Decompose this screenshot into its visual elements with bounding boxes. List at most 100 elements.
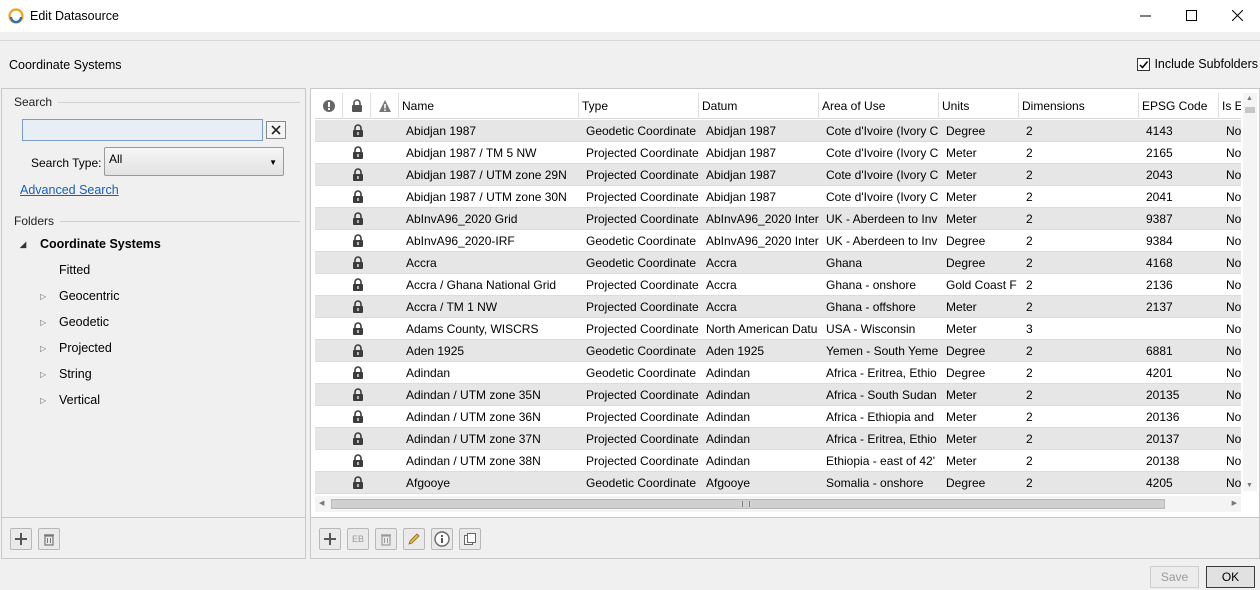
tree-item-fitted[interactable]: Fitted — [59, 263, 90, 277]
cell-type: Geodetic Coordinate — [586, 124, 697, 138]
add-icon — [324, 533, 336, 545]
grid-toolbar: EB — [310, 518, 1260, 559]
add-folder-button[interactable] — [10, 528, 32, 550]
collapsed-arrow-icon[interactable]: ▷ — [40, 396, 50, 405]
header-units[interactable]: Units — [939, 93, 1019, 119]
header-name[interactable]: Name — [399, 93, 579, 119]
table-row[interactable]: Abidjan 1987 / UTM zone 29N Projected Coo… — [315, 164, 1241, 186]
copy-button[interactable] — [459, 528, 481, 550]
tree-item-vertical[interactable]: ▷ Vertical — [40, 393, 100, 407]
horizontal-scroll-thumb[interactable] — [331, 499, 1165, 509]
delete-folder-button[interactable] — [38, 528, 60, 550]
cell-area-of-use: Africa - Eritrea, Ethio — [826, 366, 937, 380]
delete-item-button[interactable] — [375, 528, 397, 550]
eb-icon: EB — [351, 534, 364, 544]
cell-area-of-use: Cote d'Ivoire (Ivory C — [826, 124, 939, 138]
cell-datum: Adindan — [706, 388, 751, 402]
table-row[interactable]: Adindan / UTM zone 36N Projected Coordina… — [315, 406, 1241, 428]
cell-dimensions: 2 — [1026, 168, 1033, 182]
collapsed-arrow-icon[interactable]: ▷ — [40, 292, 50, 301]
header-status-col[interactable] — [315, 93, 343, 119]
maximize-button[interactable] — [1168, 0, 1214, 30]
eb-button[interactable]: EB — [347, 528, 369, 550]
horizontal-scrollbar[interactable]: ◀ ▶ — [315, 496, 1241, 512]
table-row[interactable]: Adindan / UTM zone 37N Projected Coordina… — [315, 428, 1241, 450]
clear-search-button[interactable] — [266, 121, 286, 139]
header-epsg-code[interactable]: EPSG Code — [1139, 93, 1219, 119]
info-alert-icon — [323, 100, 335, 112]
save-button[interactable]: Save — [1150, 566, 1199, 588]
tree-item-coordinate-systems[interactable]: ◢ Coordinate Systems — [20, 237, 161, 251]
cell-is-e: No — [1226, 344, 1241, 358]
cell-units: Meter — [946, 454, 977, 468]
lock-icon — [352, 99, 362, 112]
cell-name: Abidjan 1987 / TM 5 NW — [406, 146, 537, 160]
cell-datum: Adindan — [706, 366, 751, 380]
cell-name: Adindan / UTM zone 37N — [406, 432, 541, 446]
cell-dimensions: 2 — [1026, 278, 1033, 292]
window-title: Edit Datasource — [30, 9, 119, 23]
minimize-button[interactable] — [1122, 0, 1168, 30]
divider — [60, 221, 300, 222]
add-item-button[interactable] — [319, 528, 341, 550]
lock-icon — [353, 410, 363, 423]
header-area-of-use[interactable]: Area of Use — [819, 93, 939, 119]
tree-item-projected[interactable]: ▷ Projected — [40, 341, 112, 355]
tree-item-label: Fitted — [59, 263, 91, 277]
tree-item-string[interactable]: ▷ String — [40, 367, 92, 381]
search-input[interactable] — [22, 119, 263, 141]
scroll-left-icon[interactable]: ◀ — [319, 499, 324, 507]
cell-datum: Afgooye — [706, 476, 751, 490]
header-is-e[interactable]: Is E — [1219, 93, 1241, 119]
table-row[interactable]: Abidjan 1987 / UTM zone 30N Projected Coo… — [315, 186, 1241, 208]
table-row[interactable]: Adindan / UTM zone 38N Projected Coordina… — [315, 450, 1241, 472]
cell-units: Meter — [946, 168, 977, 182]
cell-epsg-code: 20135 — [1146, 388, 1180, 402]
edit-item-button[interactable] — [403, 528, 425, 550]
cell-units: Meter — [946, 322, 977, 336]
header-type[interactable]: Type — [579, 93, 699, 119]
checkbox-checked[interactable] — [1137, 57, 1151, 71]
vertical-scrollbar[interactable]: ▲ ▼ — [1243, 93, 1257, 491]
search-type-select[interactable]: All ▼ — [104, 147, 284, 176]
header-warning-col[interactable] — [371, 93, 399, 119]
header-lock-col[interactable] — [343, 93, 371, 119]
tree-item-geodetic[interactable]: ▷ Geodetic — [40, 315, 109, 329]
scroll-right-icon[interactable]: ▶ — [1232, 499, 1237, 507]
tree-item-geocentric[interactable]: ▷ Geocentric — [40, 289, 119, 303]
lock-icon — [353, 124, 363, 137]
collapsed-arrow-icon[interactable]: ▷ — [40, 318, 50, 327]
ok-button[interactable]: OK — [1206, 566, 1255, 588]
expanded-arrow-icon[interactable]: ◢ — [20, 240, 30, 249]
table-row[interactable]: AbInvA96_2020-IRF Geodetic Coordinate AbIn… — [315, 230, 1241, 252]
close-button[interactable] — [1214, 0, 1260, 30]
advanced-search-link[interactable]: Advanced Search — [20, 183, 119, 197]
table-row[interactable]: Accra Geodetic Coordinate Accra Ghana Degree… — [315, 252, 1241, 274]
table-row[interactable]: Accra / Ghana National Grid Projected Coo… — [315, 274, 1241, 296]
search-type-value: All — [109, 152, 123, 166]
lock-icon — [353, 212, 363, 225]
collapsed-arrow-icon[interactable]: ▷ — [40, 370, 50, 379]
header-datum[interactable]: Datum — [699, 93, 819, 119]
table-row[interactable]: AbInvA96_2020 Grid Projected Coordinate Ab… — [315, 208, 1241, 230]
scroll-up-icon[interactable]: ▲ — [1246, 95, 1253, 102]
table-row[interactable]: Adindan Geodetic Coordinate Adindan Africa … — [315, 362, 1241, 384]
cell-units: Degree — [946, 234, 986, 248]
scroll-down-icon[interactable]: ▼ — [1246, 482, 1253, 489]
collapsed-arrow-icon[interactable]: ▷ — [40, 344, 50, 353]
table-row[interactable]: Afgooye Geodetic Coordinate Afgooye Somalia… — [315, 472, 1241, 494]
vertical-scroll-thumb[interactable] — [1245, 107, 1255, 113]
table-row[interactable]: Adindan / UTM zone 35N Projected Coordina… — [315, 384, 1241, 406]
cell-name: Abidjan 1987 / UTM zone 29N — [406, 168, 567, 182]
include-subfolders-checkbox[interactable]: Include Subfolders — [1137, 57, 1258, 71]
info-button[interactable] — [431, 528, 453, 550]
tree-item-label: Projected — [59, 341, 112, 355]
table-row[interactable]: Abidjan 1987 Geodetic Coordinate Abidjan 1… — [315, 120, 1241, 142]
close-icon — [1231, 9, 1243, 21]
table-row[interactable]: Accra / TM 1 NW Projected Coordinate Accra… — [315, 296, 1241, 318]
table-row[interactable]: Abidjan 1987 / TM 5 NW Projected Coordina… — [315, 142, 1241, 164]
table-row[interactable]: Aden 1925 Geodetic Coordinate Aden 1925 Yem… — [315, 340, 1241, 362]
header-dimensions[interactable]: Dimensions — [1019, 93, 1139, 119]
table-row[interactable]: Adams County, WISCRS Projected Coordinate… — [315, 318, 1241, 340]
section-label: Coordinate Systems — [9, 58, 122, 72]
